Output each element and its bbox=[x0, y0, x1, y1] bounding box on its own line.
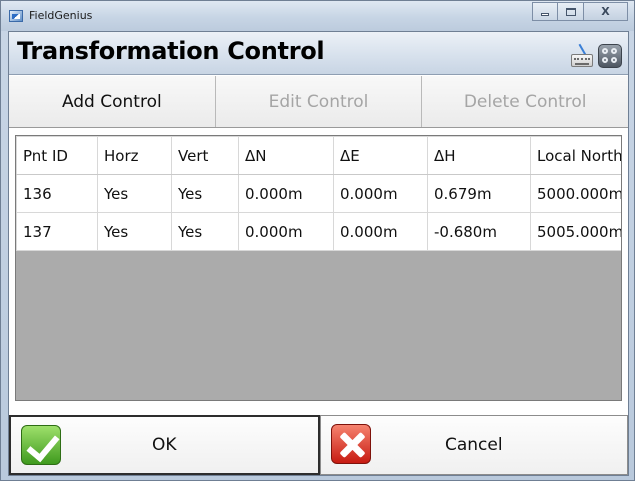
window-controls: X bbox=[532, 2, 628, 21]
table-header-row: Pnt ID Horz Vert ΔN ΔE ΔH Local Northing bbox=[16, 136, 621, 175]
page-title: Transformation Control bbox=[17, 37, 325, 65]
ok-button[interactable]: OK bbox=[9, 415, 320, 475]
maximize-icon bbox=[565, 7, 576, 16]
page-header: Transformation Control bbox=[9, 32, 628, 75]
column-header[interactable]: ΔN bbox=[238, 136, 334, 175]
add-control-button[interactable]: Add Control bbox=[9, 76, 216, 127]
ok-label: OK bbox=[151, 435, 177, 455]
table-cell: 0.000m bbox=[333, 212, 428, 251]
settings-icon[interactable] bbox=[598, 44, 622, 68]
keyboard-icon[interactable] bbox=[571, 54, 593, 67]
column-header[interactable]: Horz bbox=[97, 136, 172, 175]
column-header[interactable]: ΔE bbox=[333, 136, 428, 175]
cancel-x-icon bbox=[330, 424, 371, 464]
table-cell: Yes bbox=[171, 174, 239, 213]
main-panel: Transformation Control Add Control Edit … bbox=[8, 31, 629, 476]
table-cell: Yes bbox=[171, 212, 239, 251]
column-header[interactable]: Pnt ID bbox=[16, 136, 98, 175]
column-header[interactable]: ΔH bbox=[427, 136, 531, 175]
fieldgenius-app-icon bbox=[9, 10, 23, 22]
close-button[interactable]: X bbox=[584, 2, 628, 21]
table-cell: 137 bbox=[16, 212, 98, 251]
maximize-button[interactable] bbox=[558, 2, 584, 21]
minimize-button[interactable] bbox=[532, 2, 558, 21]
table-row[interactable]: 137 Yes Yes 0.000m 0.000m -0.680m 5005.0… bbox=[16, 212, 621, 251]
title-bar: FieldGenius X bbox=[1, 1, 634, 31]
column-header[interactable]: Vert bbox=[171, 136, 239, 175]
column-header[interactable]: Local Northing bbox=[530, 136, 621, 175]
control-table: Pnt ID Horz Vert ΔN ΔE ΔH Local Northing… bbox=[16, 136, 621, 251]
table-row[interactable]: 136 Yes Yes 0.000m 0.000m 0.679m 5000.00… bbox=[16, 174, 621, 213]
delete-control-button[interactable]: Delete Control bbox=[422, 76, 629, 127]
cancel-button[interactable]: Cancel bbox=[319, 415, 628, 475]
table-cell: 5005.000m bbox=[530, 212, 621, 251]
edit-control-button[interactable]: Edit Control bbox=[215, 76, 423, 127]
table-cell: Yes bbox=[97, 174, 172, 213]
app-window: FieldGenius X Transformation Control Add… bbox=[0, 0, 635, 481]
minimize-icon bbox=[541, 13, 549, 16]
table-cell: -0.680m bbox=[427, 212, 531, 251]
window-title: FieldGenius bbox=[29, 9, 93, 22]
checkmark-icon bbox=[21, 425, 61, 465]
control-points-table: Pnt ID Horz Vert ΔN ΔE ΔH Local Northing… bbox=[15, 135, 622, 401]
table-cell: 0.679m bbox=[427, 174, 531, 213]
table-cell: 0.000m bbox=[333, 174, 428, 213]
close-icon: X bbox=[601, 5, 610, 18]
dialog-buttons: OK Cancel bbox=[9, 415, 628, 475]
table-cell: 5000.000m bbox=[530, 174, 621, 213]
table-cell: 0.000m bbox=[238, 212, 334, 251]
cancel-label: Cancel bbox=[444, 435, 503, 455]
table-cell: 136 bbox=[16, 174, 98, 213]
table-cell: 0.000m bbox=[238, 174, 334, 213]
control-toolbar: Add Control Edit Control Delete Control bbox=[9, 76, 629, 128]
table-cell: Yes bbox=[97, 212, 172, 251]
